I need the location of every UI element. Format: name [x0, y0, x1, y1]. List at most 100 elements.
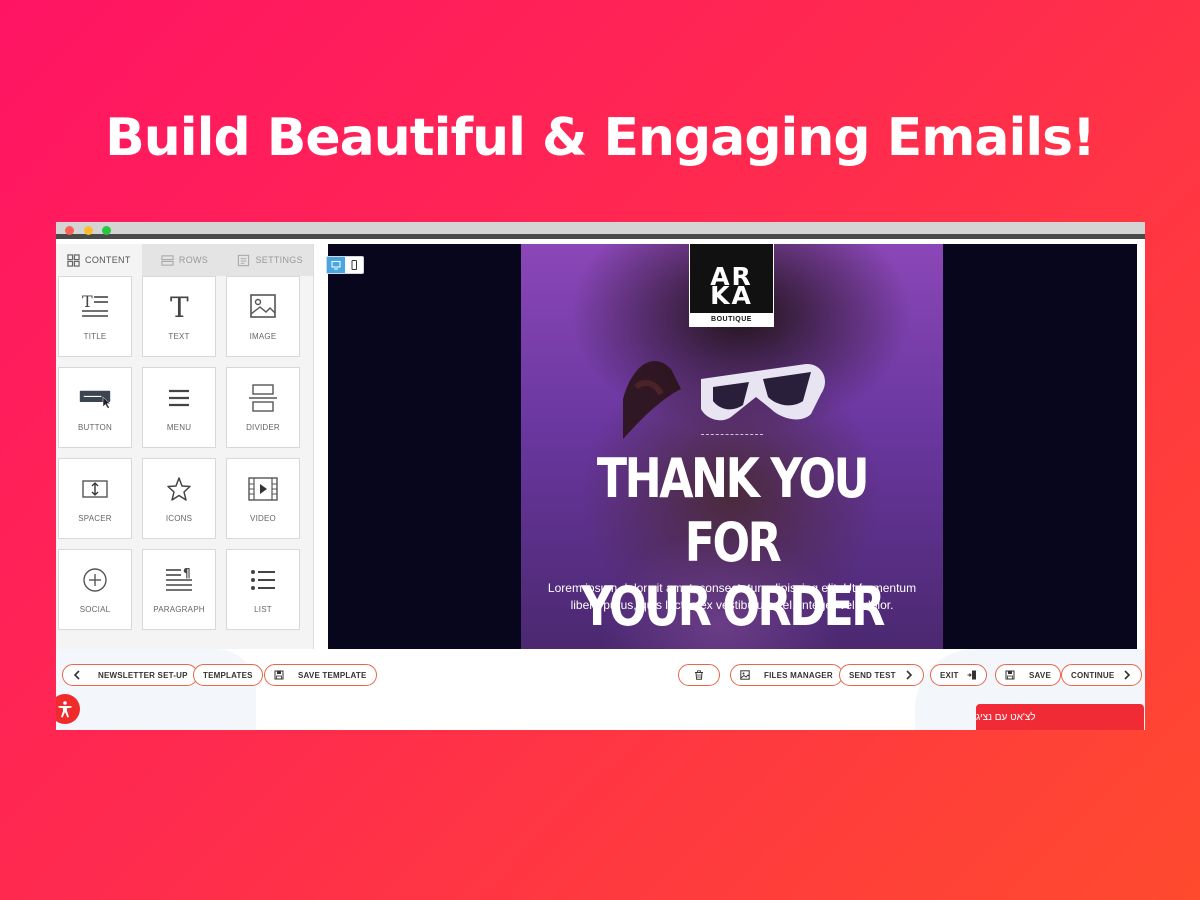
window-titlebar [56, 222, 1145, 239]
logo-mark: AR KA [710, 262, 753, 310]
menu-icon [169, 389, 189, 407]
button-label: SEND TEST [849, 670, 896, 680]
tab-rows[interactable]: ROWS [141, 244, 228, 276]
accessibility-icon [58, 701, 72, 718]
decorative-shape [56, 649, 256, 730]
svg-text:T: T [82, 292, 93, 311]
star-icon [167, 477, 191, 501]
image-file-icon [740, 670, 750, 680]
email-canvas: AR KA BOUTIQUE THANK YOU FOR YOUR ORDER L… [314, 244, 1145, 649]
block-button[interactable]: BUTTON [58, 367, 132, 448]
button-label: TEMPLATES [203, 670, 253, 680]
files-manager-button[interactable]: FILES MANAGER [730, 664, 843, 686]
settings-icon [238, 254, 250, 266]
block-list[interactable]: LIST [226, 549, 300, 630]
block-label: IMAGE [249, 332, 277, 341]
maximize-window-button[interactable] [102, 226, 111, 235]
social-icon [83, 568, 107, 592]
trash-icon [695, 670, 703, 680]
desktop-preview-button[interactable] [327, 257, 345, 273]
block-spacer[interactable]: SPACER [58, 458, 132, 539]
chevron-right-icon [906, 670, 912, 680]
chevron-left-icon [73, 670, 80, 680]
block-label: PARAGRAPH [153, 605, 205, 614]
exit-door-icon [967, 670, 976, 680]
save-icon [274, 670, 284, 680]
send-test-button[interactable]: SEND TEST [839, 664, 924, 686]
tab-settings[interactable]: SETTINGS [227, 244, 314, 276]
templates-button[interactable]: TEMPLATES [193, 664, 263, 686]
button-icon [79, 390, 111, 409]
bottom-toolbar: NEWSLETTER SET-UP TEMPLATES SAVE TEMPLAT… [56, 649, 1145, 730]
save-button[interactable]: SAVE [995, 664, 1061, 686]
email-title-line-1: THANK YOU FOR [596, 447, 870, 574]
button-label: FILES MANAGER [764, 670, 833, 680]
block-label: MENU [166, 423, 192, 432]
editor-window: CONTENT ROWS SETTINGS T TITLE T TEXT IMA… [56, 222, 1145, 730]
block-label: SPACER [78, 514, 112, 523]
tab-label: ROWS [178, 255, 209, 265]
spacer-icon [82, 480, 108, 498]
dashed-divider [701, 434, 763, 435]
mobile-preview-button[interactable] [345, 257, 363, 273]
block-label: BUTTON [78, 423, 112, 432]
svg-text:¶: ¶ [183, 566, 191, 580]
desktop-icon [331, 261, 341, 270]
paragraph-icon: ¶ [166, 566, 192, 591]
email-body-text[interactable]: Lorem ipsum dolor sit amet, consectetur … [541, 580, 923, 614]
hero-image-block[interactable]: AR KA BOUTIQUE THANK YOU FOR YOUR ORDER L… [521, 244, 943, 649]
logo-subtitle: BOUTIQUE [690, 313, 773, 326]
tab-content[interactable]: CONTENT [56, 244, 142, 276]
continue-button[interactable]: CONTINUE [1061, 664, 1143, 686]
block-video[interactable]: VIDEO [226, 458, 300, 539]
image-icon [250, 294, 276, 318]
button-label: NEWSLETTER SET-UP [98, 670, 188, 680]
block-icons[interactable]: ICONS [142, 458, 216, 539]
block-menu[interactable]: MENU [142, 367, 216, 448]
tab-label: SETTINGS [255, 255, 303, 265]
blocks-sidebar: CONTENT ROWS SETTINGS T TITLE T TEXT IMA… [56, 244, 314, 649]
video-icon [248, 477, 278, 501]
list-icon [251, 570, 275, 590]
block-label: DIVIDER [246, 423, 280, 432]
text-icon: T [170, 292, 189, 322]
block-text[interactable]: T TEXT [142, 276, 216, 357]
hero-photo-illustration [623, 360, 826, 439]
block-divider[interactable]: DIVIDER [226, 367, 300, 448]
rows-icon [161, 254, 174, 266]
tab-label: CONTENT [85, 255, 131, 265]
brand-logo: AR KA BOUTIQUE [689, 244, 774, 327]
block-paragraph[interactable]: ¶ PARAGRAPH [142, 549, 216, 630]
newsletter-setup-button[interactable]: NEWSLETTER SET-UP [62, 664, 198, 686]
exit-button[interactable]: EXIT [930, 664, 987, 686]
block-social[interactable]: SOCIAL [58, 549, 132, 630]
blocks-grid: T TITLE T TEXT IMAGE BUTTON MENU DIVIDER… [56, 276, 313, 630]
button-label: EXIT [940, 670, 959, 680]
mobile-icon [351, 260, 357, 270]
close-window-button[interactable] [65, 226, 74, 235]
chat-with-agent-button[interactable]: לצ'אט עם נציג [976, 704, 1144, 730]
delete-button[interactable] [678, 664, 720, 686]
sidebar-tabs: CONTENT ROWS SETTINGS [56, 244, 314, 276]
save-icon [1005, 670, 1015, 680]
title-icon: T [82, 292, 108, 317]
divider-icon [249, 384, 277, 412]
block-title[interactable]: T TITLE [58, 276, 132, 357]
device-preview-switch [326, 256, 364, 274]
block-label: LIST [254, 605, 272, 614]
minimize-window-button[interactable] [84, 226, 93, 235]
save-template-button[interactable]: SAVE TEMPLATE [264, 664, 377, 686]
svg-text:T: T [170, 292, 189, 322]
button-label: CONTINUE [1071, 670, 1115, 680]
block-label: ICONS [165, 514, 193, 523]
chevron-right-icon [1124, 670, 1131, 680]
page-headline: Build Beautiful & Engaging Emails! [105, 108, 1096, 168]
grid-icon [67, 253, 80, 267]
block-label: TEXT [168, 332, 190, 341]
block-label: SOCIAL [79, 605, 111, 614]
email-background: AR KA BOUTIQUE THANK YOU FOR YOUR ORDER L… [328, 244, 1137, 649]
block-label: VIDEO [250, 514, 276, 523]
block-label: TITLE [83, 332, 107, 341]
block-image[interactable]: IMAGE [226, 276, 300, 357]
button-label: SAVE TEMPLATE [298, 670, 367, 680]
